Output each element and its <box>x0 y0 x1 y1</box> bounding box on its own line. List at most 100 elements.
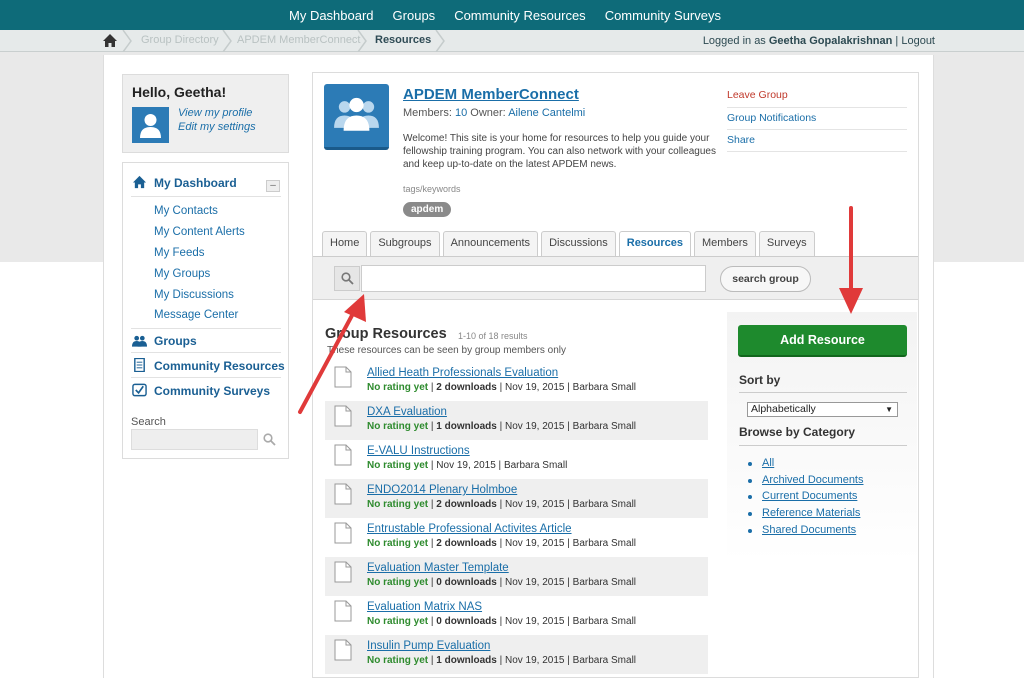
resource-title-link[interactable]: E-VALU Instructions <box>367 445 470 457</box>
tab-home[interactable]: Home <box>322 231 368 256</box>
sidebar-nav: My Dashboard – My Contacts My Content Al… <box>122 162 289 459</box>
rating-status: No rating yet <box>367 655 429 666</box>
tag-chip[interactable]: apdem <box>403 202 452 217</box>
sort-select[interactable]: Alphabetically ▼ <box>747 402 898 417</box>
resource-date: Nov 19, 2015 <box>505 538 565 549</box>
resource-author: Barbara Small <box>572 421 637 432</box>
sort-select-value: Alphabetically <box>751 403 816 415</box>
share-link[interactable]: Share <box>727 134 755 146</box>
group-title[interactable]: APDEM MemberConnect <box>403 86 579 103</box>
sidebar-groups[interactable]: Groups <box>154 334 197 348</box>
resource-title-link[interactable]: ENDO2014 Plenary Holmboe <box>367 484 517 496</box>
resource-date: Nov 19, 2015 <box>505 616 565 627</box>
search-group-button[interactable]: search group <box>720 266 811 292</box>
download-count: 1 downloads <box>436 655 497 666</box>
category-link[interactable]: Archived Documents <box>762 474 864 486</box>
breadcrumb-item[interactable]: Group Directory <box>141 34 219 46</box>
resource-title-link[interactable]: Entrustable Professional Activites Artic… <box>367 523 572 535</box>
nav-community-resources[interactable]: Community Resources <box>454 8 586 23</box>
sidebar-community-resources[interactable]: Community Resources <box>154 359 285 373</box>
search-icon[interactable] <box>263 433 276 446</box>
sidebar-search-label: Search <box>131 416 166 428</box>
tab-subgroups[interactable]: Subgroups <box>370 231 440 256</box>
document-icon <box>134 358 145 372</box>
divider <box>727 151 907 152</box>
group-search-input[interactable] <box>361 265 706 292</box>
resource-title-link[interactable]: Allied Heath Professionals Evaluation <box>367 367 558 379</box>
sidebar-community-surveys[interactable]: Community Surveys <box>154 384 270 398</box>
document-icon <box>334 444 352 466</box>
profile-box: Hello, Geetha! View my profile Edit my s… <box>122 74 289 153</box>
breadcrumb-item[interactable]: APDEM MemberConnect <box>237 34 361 46</box>
resource-meta: No rating yet | 0 downloads | Nov 19, 20… <box>367 577 637 588</box>
resource-meta: No rating yet | 1 downloads | Nov 19, 20… <box>367 655 637 666</box>
view-profile-link[interactable]: View my profile <box>178 107 252 119</box>
add-resource-button[interactable]: Add Resource <box>738 325 907 357</box>
resource-title-link[interactable]: Insulin Pump Evaluation <box>367 640 490 652</box>
document-icon <box>334 561 352 583</box>
tab-resources[interactable]: Resources <box>618 231 692 257</box>
avatar-icon[interactable] <box>132 107 169 143</box>
category-link[interactable]: Reference Materials <box>762 507 860 519</box>
resource-author: Barbara Small <box>572 577 637 588</box>
rating-status: No rating yet <box>367 499 429 510</box>
sidebar-item-my-contacts[interactable]: My Contacts <box>154 205 218 217</box>
top-navigation: My Dashboard Groups Community Resources … <box>0 0 1024 30</box>
download-count: 0 downloads <box>436 577 497 588</box>
annotation-arrow-icon <box>298 294 366 414</box>
annotation-arrow-icon <box>839 206 863 314</box>
home-icon[interactable] <box>102 33 118 48</box>
table-row: Entrustable Professional Activites Artic… <box>325 518 708 557</box>
nav-community-surveys[interactable]: Community Surveys <box>605 8 721 23</box>
breadcrumb-separator-icon <box>357 30 367 52</box>
nav-my-dashboard[interactable]: My Dashboard <box>289 8 374 23</box>
sidebar-item-my-discussions[interactable]: My Discussions <box>154 289 234 301</box>
rating-status: No rating yet <box>367 577 429 588</box>
resource-meta: No rating yet | 1 downloads | Nov 19, 20… <box>367 421 637 432</box>
category-link[interactable]: Shared Documents <box>762 524 856 536</box>
table-row: Evaluation Matrix NAS No rating yet | 0 d… <box>325 596 708 635</box>
sidebar-item-my-content-alerts[interactable]: My Content Alerts <box>154 226 245 238</box>
edit-settings-link[interactable]: Edit my settings <box>178 121 256 133</box>
resource-title-link[interactable]: Evaluation Master Template <box>367 562 509 574</box>
members-count-link[interactable]: 10 <box>455 107 467 119</box>
resource-title-link[interactable]: Evaluation Matrix NAS <box>367 601 482 613</box>
tab-discussions[interactable]: Discussions <box>541 231 616 256</box>
table-row: Allied Heath Professionals Evaluation No … <box>325 362 708 401</box>
nav-groups[interactable]: Groups <box>393 8 436 23</box>
resource-date: Nov 19, 2015 <box>436 460 496 471</box>
download-count: 2 downloads <box>436 538 497 549</box>
tab-members[interactable]: Members <box>694 231 756 256</box>
document-icon <box>334 639 352 661</box>
sidebar-item-my-feeds[interactable]: My Feeds <box>154 247 205 259</box>
dropdown-arrow-icon: ▼ <box>885 405 893 414</box>
owner-link[interactable]: Ailene Cantelmi <box>508 107 585 119</box>
download-count: 2 downloads <box>436 382 497 393</box>
sidebar-dashboard[interactable]: My Dashboard <box>154 176 237 190</box>
sidebar-item-my-groups[interactable]: My Groups <box>154 268 210 280</box>
collapse-button[interactable]: – <box>266 180 280 192</box>
resource-date: Nov 19, 2015 <box>505 655 565 666</box>
rating-status: No rating yet <box>367 421 429 432</box>
category-link[interactable]: Current Documents <box>762 490 857 502</box>
group-welcome-text: Welcome! This site is your home for reso… <box>403 133 716 170</box>
tab-surveys[interactable]: Surveys <box>758 231 815 256</box>
sidebar-item-message-center[interactable]: Message Center <box>154 309 238 321</box>
divider <box>131 352 281 353</box>
leave-group-link[interactable]: Leave Group <box>727 89 788 101</box>
tab-announcements[interactable]: Announcements <box>442 231 539 256</box>
login-prefix: Logged in as <box>702 35 766 47</box>
resource-author: Barbara Small <box>572 382 637 393</box>
group-notifications-link[interactable]: Group Notifications <box>727 112 816 124</box>
divider <box>739 392 907 393</box>
category-link[interactable]: All <box>762 457 774 469</box>
resource-author: Barbara Small <box>572 499 637 510</box>
greeting: Hello, Geetha! <box>132 84 227 100</box>
login-user: Geetha Gopalakrishnan <box>768 35 893 47</box>
results-count: 1-10 of 18 results <box>458 331 528 341</box>
document-icon <box>334 522 352 544</box>
rating-status: No rating yet <box>367 460 429 471</box>
sidebar-search-input[interactable] <box>131 429 258 450</box>
sort-by-label: Sort by <box>739 373 781 387</box>
logout-link[interactable]: Logout <box>901 35 935 47</box>
